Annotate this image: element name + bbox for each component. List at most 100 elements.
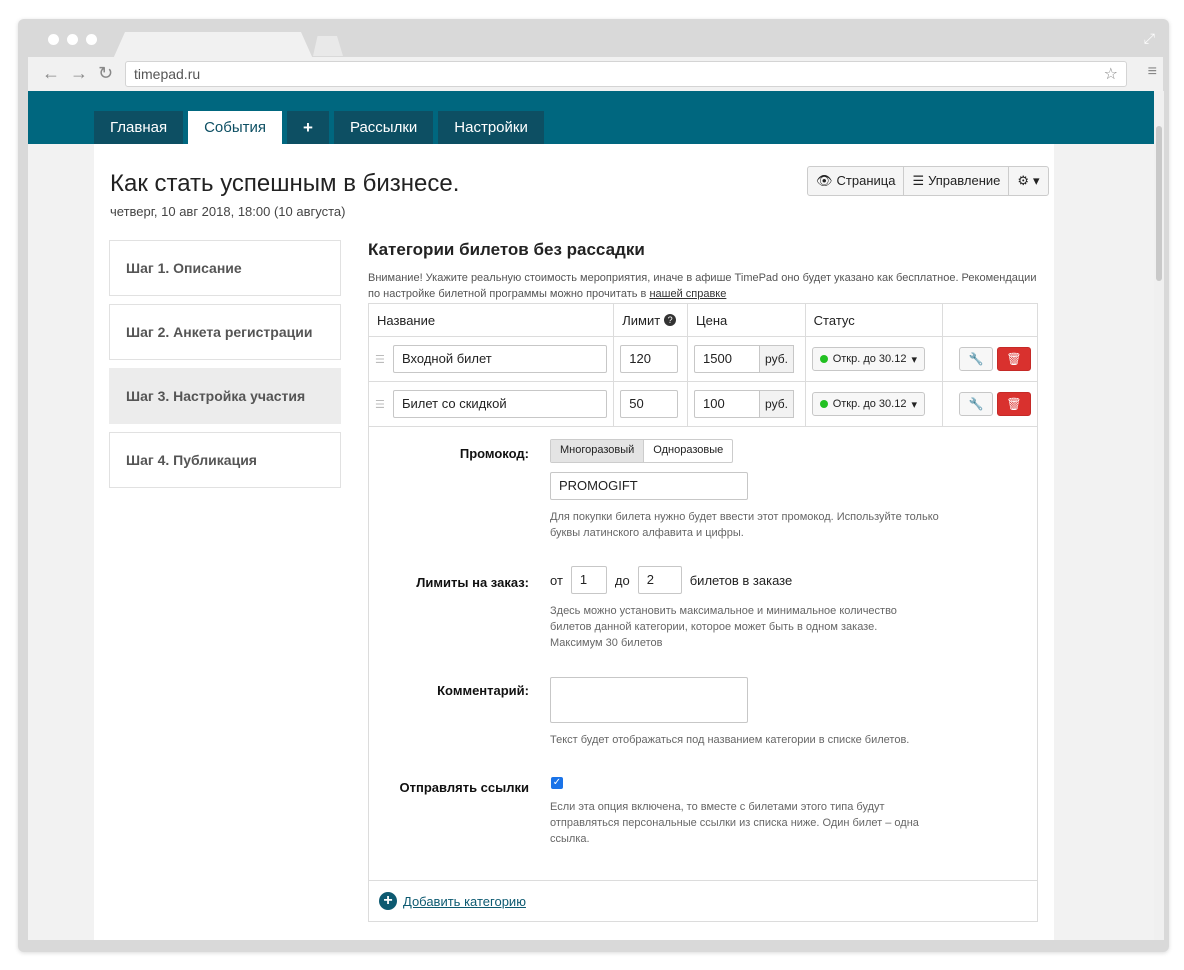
scroll-thumb[interactable]: [1156, 126, 1162, 281]
new-tab-button[interactable]: [313, 36, 343, 56]
step-participation-settings[interactable]: Шаг 3. Настройка участия: [109, 368, 341, 424]
reload-icon[interactable]: ↻: [98, 63, 113, 84]
status-dropdown[interactable]: Откр. до 30.12 ▾: [811, 347, 925, 371]
delete-button[interactable]: 🗑: [997, 392, 1032, 416]
links-label: Отправлять ссылки: [399, 780, 529, 795]
ticket-limit-input[interactable]: 120: [620, 345, 679, 373]
limit-min-input[interactable]: 1: [570, 566, 607, 594]
status-label: Откр. до 30.12: [832, 353, 907, 365]
limits-row: от 1 до 2 билетов в заказе: [550, 566, 792, 594]
action-buttons: 👁 Страница ☰ Управление ⚙ ▾: [807, 166, 1049, 196]
row-actions: 🔧 🗑: [943, 382, 1037, 426]
comment-help: Текст будет отображаться под названием к…: [550, 734, 910, 746]
header-limit-label: Лимит: [622, 312, 661, 328]
wrench-icon: 🔧: [968, 397, 984, 411]
browser-tab[interactable]: [113, 32, 313, 59]
manage-button-label: Управление: [928, 173, 1001, 188]
ticket-price-input[interactable]: 1500: [694, 345, 761, 373]
main-nav: Главная События + Рассылки Настройки: [94, 111, 544, 144]
limit-max-input[interactable]: 2: [637, 566, 682, 594]
manage-button[interactable]: ☰ Управление: [904, 167, 1010, 195]
header-status: Статус: [806, 304, 944, 336]
ticket-name-input[interactable]: Билет со скидкой: [393, 390, 607, 418]
price-cell: 100 руб.: [688, 382, 806, 426]
help-link[interactable]: нашей справке: [649, 288, 726, 300]
url-text: timepad.ru: [134, 66, 201, 82]
site-header: Главная События + Рассылки Настройки: [28, 91, 1154, 144]
section-title: Категории билетов без рассадки: [368, 240, 645, 259]
page-viewport: Главная События + Рассылки Настройки Как…: [28, 91, 1154, 940]
promo-code-input[interactable]: PROMOGIFT: [550, 472, 748, 500]
browser-window: ⤢ ← → ↻ timepad.ru ☆ ≡ Главная События +…: [18, 19, 1169, 952]
content-panel: Как стать успешным в бизнесе. четверг, 1…: [94, 144, 1054, 940]
page-button[interactable]: 👁 Страница: [808, 167, 905, 195]
trash-icon: 🗑: [1006, 352, 1022, 366]
price-group: 1500 руб.: [694, 345, 794, 373]
step-description[interactable]: Шаг 1. Описание: [109, 240, 341, 296]
comment-textarea[interactable]: [550, 677, 748, 723]
fullscreen-icon[interactable]: ⤢: [1144, 30, 1155, 47]
delete-button[interactable]: 🗑: [997, 347, 1032, 371]
name-cell: ☰ Входной билет: [369, 337, 615, 381]
currency-addon: руб.: [760, 390, 794, 418]
plus-circle-icon[interactable]: +: [379, 892, 397, 910]
ticket-table: Название Лимит ? Цена Статус ☰ Входной б…: [368, 303, 1038, 922]
nav-tab-home[interactable]: Главная: [94, 111, 184, 144]
nav-tab-add[interactable]: +: [287, 111, 329, 144]
edit-button[interactable]: 🔧: [959, 347, 994, 371]
add-category-link[interactable]: Добавить категорию: [403, 894, 526, 909]
ticket-price-input[interactable]: 100: [694, 390, 761, 418]
caret-down-icon: ▾: [911, 398, 917, 411]
status-dot-icon: [819, 400, 828, 408]
table-row: ☰ Билет со скидкой 50 100 руб. Откр. до …: [369, 382, 1037, 427]
page-title: Как стать успешным в бизнесе.: [110, 170, 460, 197]
forward-icon[interactable]: →: [70, 63, 88, 84]
row-actions: 🔧 🗑: [943, 337, 1037, 381]
star-icon[interactable]: ☆: [1104, 64, 1118, 84]
header-name: Название: [369, 304, 615, 336]
price-group: 100 руб.: [694, 390, 794, 418]
category-details: Промокод: Многоразовый Одноразовые PROMO…: [369, 427, 1037, 881]
limits-suffix: билетов в заказе: [689, 572, 793, 588]
drag-handle-icon[interactable]: ☰: [375, 398, 385, 411]
status-cell: Откр. до 30.12 ▾: [806, 382, 944, 426]
settings-dropdown[interactable]: ⚙ ▾: [1009, 167, 1047, 195]
trash-icon: 🗑: [1006, 397, 1022, 411]
back-icon[interactable]: ←: [42, 63, 60, 84]
maximize-dot[interactable]: [86, 34, 97, 45]
event-date: четверг, 10 авг 2018, 18:00 (10 августа): [110, 204, 346, 219]
promo-help: Для покупки билета нужно будет ввести эт…: [550, 511, 939, 539]
table-header: Название Лимит ? Цена Статус: [369, 304, 1037, 337]
page-button-label: Страница: [836, 173, 896, 188]
tab-strip: ⤢: [18, 19, 1169, 59]
nav-tab-events[interactable]: События: [188, 111, 283, 144]
caret-down-icon: ▾: [911, 353, 917, 366]
gear-icon: ⚙: [1017, 173, 1030, 188]
ticket-limit-input[interactable]: 50: [620, 390, 679, 418]
menu-icon[interactable]: ≡: [1148, 63, 1157, 81]
nav-tab-settings[interactable]: Настройки: [438, 111, 544, 144]
status-dropdown[interactable]: Откр. до 30.12 ▾: [811, 392, 925, 416]
send-links-checkbox[interactable]: ✓: [551, 777, 563, 789]
question-icon[interactable]: ?: [664, 314, 677, 326]
window-controls[interactable]: [48, 34, 97, 45]
nav-tab-mailings[interactable]: Рассылки: [333, 111, 434, 144]
step-registration-form[interactable]: Шаг 2. Анкета регистрации: [109, 304, 341, 360]
ticket-name-input[interactable]: Входной билет: [393, 345, 607, 373]
address-bar[interactable]: timepad.ru ☆: [125, 61, 1127, 87]
currency-addon: руб.: [760, 345, 794, 373]
wrench-icon: 🔧: [968, 352, 984, 366]
page-scrollbar[interactable]: [1154, 91, 1164, 940]
step-publication[interactable]: Шаг 4. Публикация: [109, 432, 341, 488]
promo-single-option[interactable]: Одноразовые: [644, 440, 732, 462]
header-limit: Лимит ?: [614, 304, 689, 336]
name-cell: ☰ Билет со скидкой: [369, 382, 615, 426]
limit-cell: 120: [614, 337, 689, 381]
close-dot[interactable]: [48, 34, 59, 45]
header-price: Цена: [688, 304, 806, 336]
drag-handle-icon[interactable]: ☰: [375, 353, 385, 366]
minimize-dot[interactable]: [67, 34, 78, 45]
steps-sidebar: Шаг 1. Описание Шаг 2. Анкета регистраци…: [109, 240, 341, 496]
edit-button[interactable]: 🔧: [959, 392, 994, 416]
promo-reusable-option[interactable]: Многоразовый: [551, 440, 645, 462]
